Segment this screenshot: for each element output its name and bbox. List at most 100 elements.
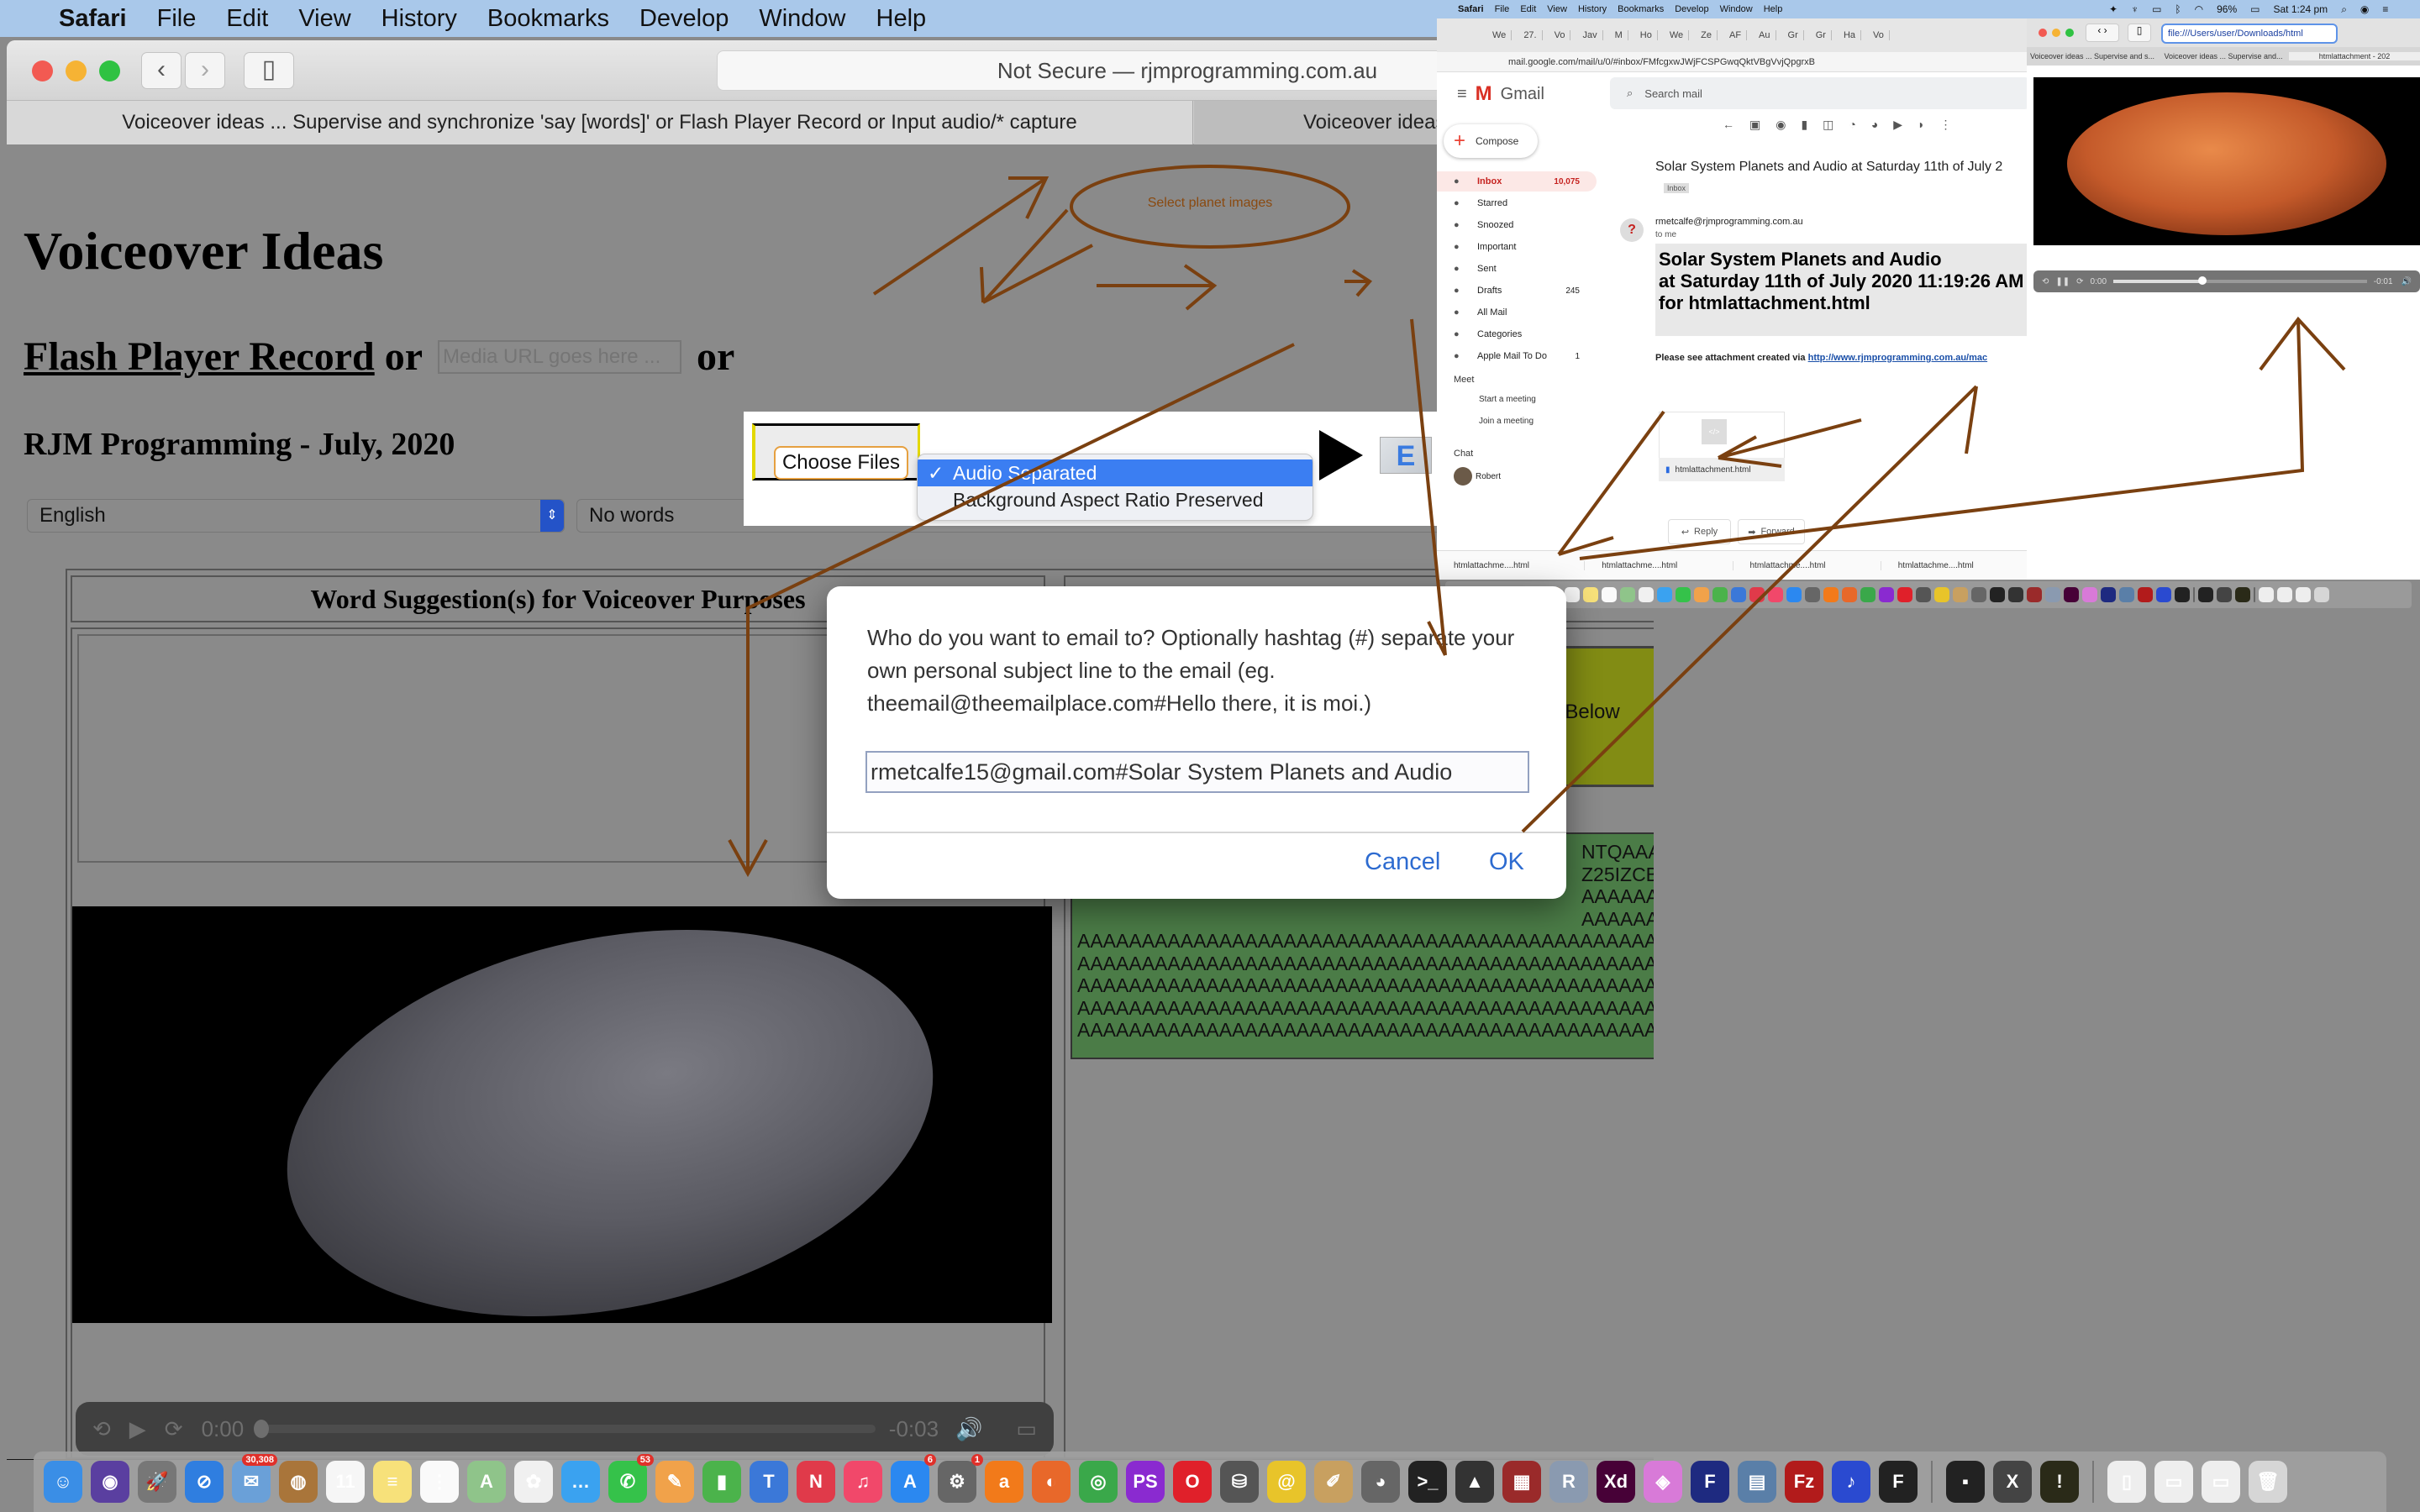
dock-cyberduck-icon[interactable]: @ <box>1267 1461 1306 1503</box>
preview-tab-active[interactable]: htmlattachment - 202 <box>2289 52 2420 60</box>
dock-trash-icon[interactable]: 🗑 <box>2249 1461 2287 1503</box>
dock-calendar-icon[interactable]: 11 <box>326 1461 365 1503</box>
dock-html-file-icon[interactable] <box>2259 587 2274 602</box>
dock-reminders-icon[interactable]: ⋮ <box>420 1461 459 1503</box>
menu-item[interactable]: Safari <box>1458 4 1484 14</box>
dock-audacity-icon[interactable]: ♪ <box>1832 1461 1870 1503</box>
browser-tab[interactable]: We <box>1665 30 1690 40</box>
browser-tab[interactable]: We <box>1487 30 1512 40</box>
dock-launchpad-icon[interactable]: 🚀 <box>138 1461 176 1503</box>
menu-safari[interactable]: Safari <box>59 5 127 33</box>
back-forward-buttons[interactable]: ‹ › <box>2086 24 2119 42</box>
gmail-logo[interactable]: ≡ M Gmail <box>1457 82 1544 106</box>
audio-player[interactable]: ⟲ ▶ ⟳ 0:00 -0:03 🔊 ▭ <box>76 1402 1054 1456</box>
play-button[interactable] <box>1319 430 1363 480</box>
siri-icon[interactable]: ◉ <box>2360 3 2369 15</box>
dock-maps-icon[interactable]: A <box>467 1461 506 1503</box>
bluetooth-icon[interactable]: ᛒ <box>2175 3 2181 15</box>
dock-music-icon[interactable]: ♫ <box>844 1461 882 1503</box>
flash-player-record-link[interactable]: Flash Player Record <box>24 333 375 380</box>
dock-preview-icon[interactable]: ▤ <box>1738 1461 1776 1503</box>
dock-numbers-icon[interactable] <box>1712 587 1728 602</box>
ok-button[interactable]: OK <box>1489 848 1524 876</box>
dock-chrome-doc-icon[interactable]: ▭ <box>2154 1461 2193 1503</box>
browser-tab[interactable]: Gr <box>1783 30 1804 40</box>
media-url-input[interactable] <box>438 339 682 374</box>
dock-opera-icon[interactable]: O <box>1173 1461 1212 1503</box>
dock-font-app-icon[interactable] <box>2175 587 2190 602</box>
zoom-window-button[interactable] <box>99 60 120 81</box>
wifi-icon[interactable]: ◠ <box>2195 3 2203 15</box>
dock-finder-icon[interactable]: ☺ <box>44 1461 82 1503</box>
attachment-chip[interactable]: ▮ htmlattachment.html <box>1659 458 1785 481</box>
gmail-nav-sent[interactable]: ● Sent <box>1437 259 1597 279</box>
volume-icon[interactable]: 🔊 <box>2402 277 2412 286</box>
dock-opera-icon[interactable] <box>1897 587 1912 602</box>
dock-app-store-icon[interactable]: A6 <box>891 1454 936 1503</box>
sidebar-toggle-button[interactable]: ▯ <box>244 52 294 89</box>
dock-pages-icon[interactable]: ✎ <box>655 1461 694 1503</box>
dock-sequel-pro-icon[interactable] <box>1916 587 1931 602</box>
dock-flow-icon[interactable]: F <box>1691 1461 1729 1503</box>
play-icon[interactable]: ▶ <box>129 1416 146 1442</box>
email-icon[interactable]: E <box>1380 437 1432 474</box>
browser-tab[interactable]: Jav <box>1577 30 1603 40</box>
hamburger-menu-icon[interactable]: ≡ <box>1457 85 1467 104</box>
email-recipient[interactable]: to me <box>1655 230 1676 239</box>
dock-avast-icon[interactable] <box>1823 587 1839 602</box>
chat-user[interactable]: Robert <box>1454 467 1501 486</box>
dock-x11-icon[interactable]: X <box>1993 1461 2032 1503</box>
download-item[interactable]: htmlattachme....html <box>1733 560 1881 570</box>
dock-notes-icon[interactable] <box>1583 587 1598 602</box>
dock-photos-icon[interactable] <box>1639 587 1654 602</box>
language-select[interactable]: English ⇕ <box>27 499 565 533</box>
dock-phpstorm-icon[interactable]: PS <box>1126 1461 1165 1503</box>
dock-audacity-icon[interactable] <box>2156 587 2171 602</box>
menu-edit[interactable]: Edit <box>226 5 268 33</box>
zoom-window-button[interactable] <box>2065 29 2074 37</box>
minimize-window-button[interactable] <box>2052 29 2060 37</box>
menu-history[interactable]: History <box>381 5 457 33</box>
dock-facetime-icon[interactable] <box>1676 587 1691 602</box>
browser-tab[interactable]: Ze <box>1696 30 1718 40</box>
dock-xcode-icon[interactable]: ✐ <box>1314 1461 1353 1503</box>
dock-keynote-icon[interactable] <box>1731 587 1746 602</box>
dock-trash-icon[interactable] <box>2314 587 2329 602</box>
forward-button[interactable]: › <box>185 52 225 89</box>
dock-xcode-icon[interactable] <box>1953 587 1968 602</box>
dock-terminal-icon[interactable]: >_ <box>1408 1461 1447 1503</box>
status-app-icon[interactable]: ✦ <box>2109 3 2118 15</box>
airplay-icon[interactable]: ▭ <box>1016 1416 1037 1442</box>
join-meeting-link[interactable]: Join a meeting <box>1479 417 1534 426</box>
notification-center-icon[interactable]: ≡ <box>2382 3 2388 15</box>
dock-x11-icon[interactable] <box>2217 587 2232 602</box>
browser-tab[interactable]: 27. <box>1518 30 1543 40</box>
audio-progress-slider[interactable] <box>254 1420 876 1438</box>
gmail-nav-categories[interactable]: ● Categories <box>1437 324 1597 344</box>
option-audio-separated[interactable]: ✓ Audio Separated <box>918 459 1313 486</box>
dock-photos-icon[interactable]: ✿ <box>514 1461 553 1503</box>
dock-keynote-icon[interactable]: T <box>750 1461 788 1503</box>
body-link[interactable]: http://www.rjmprogramming.com.au/mac <box>1808 353 1988 363</box>
dock-chrome-doc-icon[interactable] <box>2277 587 2292 602</box>
menu-bookmarks[interactable]: Bookmarks <box>487 5 609 33</box>
dock-messages-icon[interactable] <box>1657 587 1672 602</box>
dock-avast-icon[interactable]: a <box>985 1461 1023 1503</box>
audio-progress-knob[interactable] <box>254 1420 270 1438</box>
dock-siri-icon[interactable]: ◉ <box>91 1461 129 1503</box>
dock-numbers-icon[interactable]: ▮ <box>702 1461 741 1503</box>
dock-chrome-icon[interactable]: ◎ <box>1079 1461 1118 1503</box>
volume-icon[interactable]: 🔊 <box>955 1416 982 1442</box>
menu-item[interactable]: Help <box>1764 4 1783 14</box>
preview-audio-knob[interactable] <box>2197 276 2207 285</box>
preview-audio-slider[interactable] <box>2113 276 2367 285</box>
dock-filezilla-icon[interactable]: Fz <box>1785 1461 1823 1503</box>
dock-music-icon[interactable] <box>1768 587 1783 602</box>
dock-safari-doc-icon[interactable] <box>2296 587 2311 602</box>
start-meeting-link[interactable]: Start a meeting <box>1479 395 1536 404</box>
preview-tab[interactable]: Voiceover ideas ... Supervise and s... <box>2027 52 2158 60</box>
dock-notes-icon[interactable]: ≡ <box>373 1461 412 1503</box>
browser-tab[interactable]: AF <box>1724 30 1748 40</box>
menu-view[interactable]: View <box>298 5 350 33</box>
dock-safari-doc-icon[interactable]: ▭ <box>2202 1461 2240 1503</box>
